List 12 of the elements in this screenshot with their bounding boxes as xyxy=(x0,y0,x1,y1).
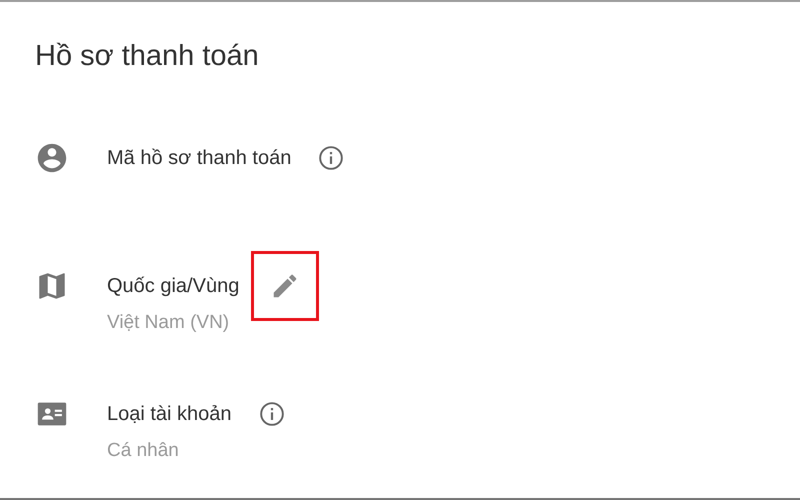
field-label: Loại tài khoản xyxy=(107,402,232,426)
info-icon xyxy=(318,145,344,171)
info-button[interactable] xyxy=(258,400,286,428)
field-value: Việt Nam (VN) xyxy=(107,312,230,334)
edit-button[interactable] xyxy=(251,251,320,321)
field-value: Cá nhân xyxy=(107,440,180,462)
page-title: Hồ sơ thanh toán xyxy=(35,39,260,74)
field-label: Quốc gia/Vùng xyxy=(107,274,240,298)
info-icon xyxy=(258,401,285,427)
account-icon xyxy=(35,141,69,175)
info-button[interactable] xyxy=(317,144,346,172)
field-label: Mã hồ sơ thanh toán xyxy=(107,146,292,170)
